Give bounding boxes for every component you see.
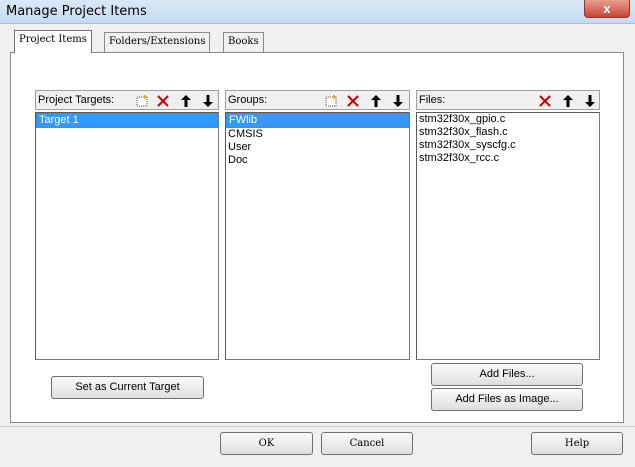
delete-file-button[interactable] [535, 92, 554, 109]
list-item[interactable]: stm32f30x_rcc.c [417, 152, 599, 165]
tab-label: Books [228, 36, 259, 47]
close-button[interactable]: x [584, 0, 630, 18]
cancel-button[interactable]: Cancel [321, 432, 413, 455]
new-icon [136, 94, 148, 106]
set-current-target-button[interactable]: Set as Current Target [51, 376, 204, 399]
groups-label: Groups: [228, 94, 268, 106]
move-down-icon [202, 94, 213, 107]
tab-folders-extensions[interactable]: Folders/Extensions [104, 32, 211, 52]
new-group-button[interactable] [322, 92, 341, 109]
tab-panel: Project Targets: Target 1 Groups: FWlib … [10, 52, 624, 423]
list-item[interactable]: CMSIS [226, 128, 409, 141]
move-group-down-button[interactable] [388, 92, 407, 109]
list-item[interactable]: User [226, 141, 409, 154]
tab-label: Folders/Extensions [109, 36, 206, 47]
list-item[interactable]: Target 1 [36, 113, 218, 128]
list-item[interactable]: Doc [226, 154, 409, 167]
tab-books[interactable]: Books [223, 32, 264, 52]
move-up-icon [180, 94, 191, 107]
delete-target-button[interactable] [153, 92, 172, 109]
groups-header: Groups: [225, 90, 410, 110]
move-down-icon [584, 94, 595, 107]
list-item[interactable]: stm32f30x_syscfg.c [417, 139, 599, 152]
move-down-icon [392, 94, 403, 107]
move-target-up-button[interactable] [176, 92, 195, 109]
list-item[interactable]: stm32f30x_flash.c [417, 126, 599, 139]
delete-group-button[interactable] [343, 92, 362, 109]
close-icon: x [603, 1, 611, 16]
list-item[interactable]: FWlib [226, 113, 409, 128]
move-file-up-button[interactable] [558, 92, 577, 109]
targets-list[interactable]: Target 1 [35, 112, 219, 360]
delete-icon [538, 94, 551, 107]
tab-label: Project Items [19, 34, 87, 45]
targets-header: Project Targets: [35, 90, 219, 110]
delete-icon [156, 94, 169, 107]
new-target-button[interactable] [133, 92, 152, 109]
files-label: Files: [419, 94, 446, 106]
add-files-as-image-button[interactable]: Add Files as Image... [431, 388, 583, 411]
move-up-icon [562, 94, 573, 107]
window-title: Manage Project Items [6, 4, 147, 19]
new-icon [325, 94, 337, 106]
tab-project-items[interactable]: Project Items [14, 30, 92, 53]
ok-button[interactable]: OK [220, 432, 313, 455]
files-list[interactable]: stm32f30x_gpio.c stm32f30x_flash.c stm32… [416, 112, 600, 360]
delete-icon [346, 94, 359, 107]
add-files-button[interactable]: Add Files... [431, 363, 583, 386]
targets-label: Project Targets: [38, 94, 115, 106]
move-up-icon [370, 94, 381, 107]
move-group-up-button[interactable] [366, 92, 385, 109]
help-button[interactable]: Help [531, 432, 623, 455]
list-item[interactable]: stm32f30x_gpio.c [417, 113, 599, 126]
groups-list[interactable]: FWlib CMSIS User Doc [225, 112, 410, 360]
move-file-down-button[interactable] [580, 92, 599, 109]
files-header: Files: [416, 90, 600, 110]
move-target-down-button[interactable] [198, 92, 217, 109]
